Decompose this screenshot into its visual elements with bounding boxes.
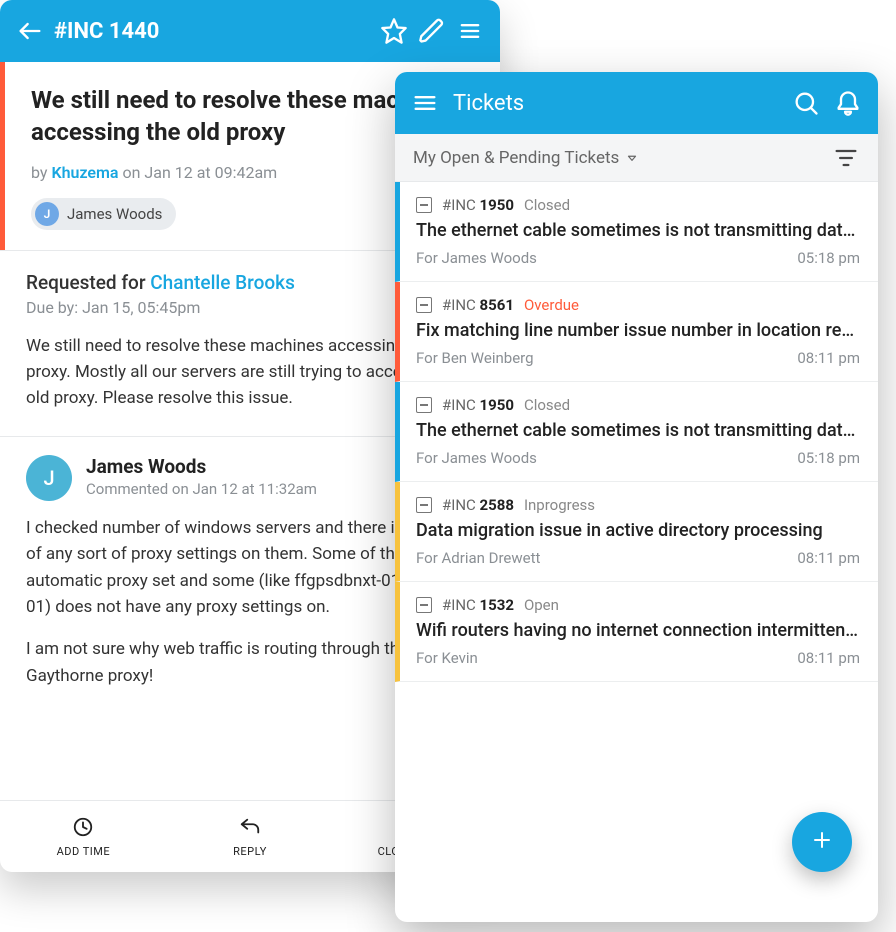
ticket-id-number: 8561	[480, 296, 514, 314]
clock-icon	[72, 816, 94, 841]
back-icon[interactable]	[16, 17, 44, 45]
search-icon[interactable]	[792, 89, 820, 117]
star-icon[interactable]	[380, 17, 408, 45]
byline-prefix: by	[31, 163, 51, 182]
ticket-id: #INC 1950	[442, 196, 514, 214]
ticket-requester: For Kevin	[416, 649, 478, 667]
ticket-id: #INC 8561	[442, 296, 514, 314]
ticket-requester: For Adrian Drewett	[416, 549, 540, 567]
ticket-item[interactable]: #INC 8561 Overdue Fix matching line number…	[395, 282, 878, 382]
ticket-time: 05:18 pm	[797, 449, 860, 467]
ticket-id-prefix: #INC	[442, 296, 480, 314]
ticket-status: Closed	[524, 196, 570, 214]
ticket-status: Closed	[524, 396, 570, 414]
chevron-down-icon	[625, 151, 639, 165]
ticket-bottom-row: For James Woods 05:18 pm	[416, 249, 860, 267]
requested-for-label: Requested for	[26, 271, 150, 294]
ticket-id-prefix: #INC	[442, 496, 480, 514]
ticket-subject: The ethernet cable sometimes is not tran…	[416, 420, 860, 441]
ticket-status: Inprogress	[524, 496, 595, 514]
ticket-item[interactable]: #INC 1532 Open Wifi routers having no inte…	[395, 582, 878, 682]
ticket-item[interactable]: #INC 1950 Closed The ethernet cable someti…	[395, 182, 878, 282]
collapse-icon[interactable]	[416, 497, 432, 513]
ticket-requester: For James Woods	[416, 249, 537, 267]
collapse-icon[interactable]	[416, 297, 432, 313]
ticket-id-prefix: #INC	[442, 396, 480, 414]
ticket-time: 08:11 pm	[797, 549, 860, 567]
ticket-subject: The ethernet cable sometimes is not tran…	[416, 220, 860, 241]
ticket-id-number: 2588	[480, 496, 514, 514]
reply-button[interactable]: REPLY	[167, 801, 334, 872]
byline-author[interactable]: Khuzema	[51, 163, 118, 182]
list-header: Tickets	[395, 72, 878, 134]
detail-header: #INC 1440	[0, 0, 500, 62]
ticket-status: Open	[524, 596, 559, 614]
ticket-requester: For James Woods	[416, 449, 537, 467]
ticket-top-row: #INC 1950 Closed	[416, 196, 860, 214]
bell-icon[interactable]	[834, 89, 862, 117]
byline-date: on Jan 12 at 09:42am	[119, 163, 278, 182]
ticket-list: #INC 1950 Closed The ethernet cable someti…	[395, 182, 878, 682]
action-label: REPLY	[233, 845, 267, 858]
plus-icon	[810, 828, 834, 856]
ticket-id-number: 1950	[480, 396, 514, 414]
ticket-bottom-row: For Ben Weinberg 08:11 pm	[416, 349, 860, 367]
list-filter-bar: My Open & Pending Tickets	[395, 134, 878, 182]
menu-icon[interactable]	[456, 17, 484, 45]
assignee-chip[interactable]: J James Woods	[31, 198, 176, 230]
ticket-top-row: #INC 2588 Inprogress	[416, 496, 860, 514]
ticket-id: #INC 2588	[442, 496, 514, 514]
list-title: Tickets	[453, 91, 778, 116]
edit-icon[interactable]	[418, 17, 446, 45]
ticket-bottom-row: For James Woods 05:18 pm	[416, 449, 860, 467]
ticket-id-number: 1950	[480, 196, 514, 214]
ticket-id: #INC 1950	[442, 396, 514, 414]
add-time-button[interactable]: ADD TIME	[0, 801, 167, 872]
hamburger-icon[interactable]	[411, 89, 439, 117]
assignee-name: James Woods	[67, 205, 162, 223]
ticket-subject: Wifi routers having no internet connecti…	[416, 620, 860, 641]
ticket-status: Overdue	[524, 296, 579, 314]
ticket-id-number: 1532	[480, 596, 514, 614]
ticket-bottom-row: For Adrian Drewett 08:11 pm	[416, 549, 860, 567]
ticket-subject: Data migration issue in active directory…	[416, 520, 860, 541]
ticket-time: 08:11 pm	[797, 349, 860, 367]
ticket-top-row: #INC 1532 Open	[416, 596, 860, 614]
collapse-icon[interactable]	[416, 197, 432, 213]
requested-for-name[interactable]: Chantelle Brooks	[150, 271, 295, 294]
collapse-icon[interactable]	[416, 597, 432, 613]
ticket-id: #INC 1532	[442, 596, 514, 614]
ticket-item[interactable]: #INC 1950 Closed The ethernet cable someti…	[395, 382, 878, 482]
filter-icon[interactable]	[832, 144, 860, 172]
ticket-bottom-row: For Kevin 08:11 pm	[416, 649, 860, 667]
comment-avatar: J	[26, 455, 72, 501]
detail-ticket-id: #INC 1440	[54, 19, 370, 44]
ticket-id-prefix: #INC	[442, 196, 480, 214]
filter-dropdown[interactable]: My Open & Pending Tickets	[413, 148, 832, 168]
ticket-list-screen: Tickets My Open & Pending Tickets #INC 1…	[395, 72, 878, 922]
ticket-subject: Fix matching line number issue number in…	[416, 320, 860, 341]
comment-author: James Woods	[86, 455, 317, 478]
filter-label: My Open & Pending Tickets	[413, 148, 619, 168]
action-label: ADD TIME	[57, 845, 111, 858]
ticket-requester: For Ben Weinberg	[416, 349, 534, 367]
ticket-id-prefix: #INC	[442, 596, 480, 614]
reply-icon	[239, 816, 261, 841]
ticket-time: 08:11 pm	[797, 649, 860, 667]
ticket-top-row: #INC 8561 Overdue	[416, 296, 860, 314]
assignee-avatar: J	[35, 202, 59, 226]
add-ticket-fab[interactable]	[792, 812, 852, 872]
ticket-top-row: #INC 1950 Closed	[416, 396, 860, 414]
ticket-item[interactable]: #INC 2588 Inprogress Data migration issue …	[395, 482, 878, 582]
comment-date: Commented on Jan 12 at 11:32am	[86, 480, 317, 498]
ticket-time: 05:18 pm	[797, 249, 860, 267]
collapse-icon[interactable]	[416, 397, 432, 413]
